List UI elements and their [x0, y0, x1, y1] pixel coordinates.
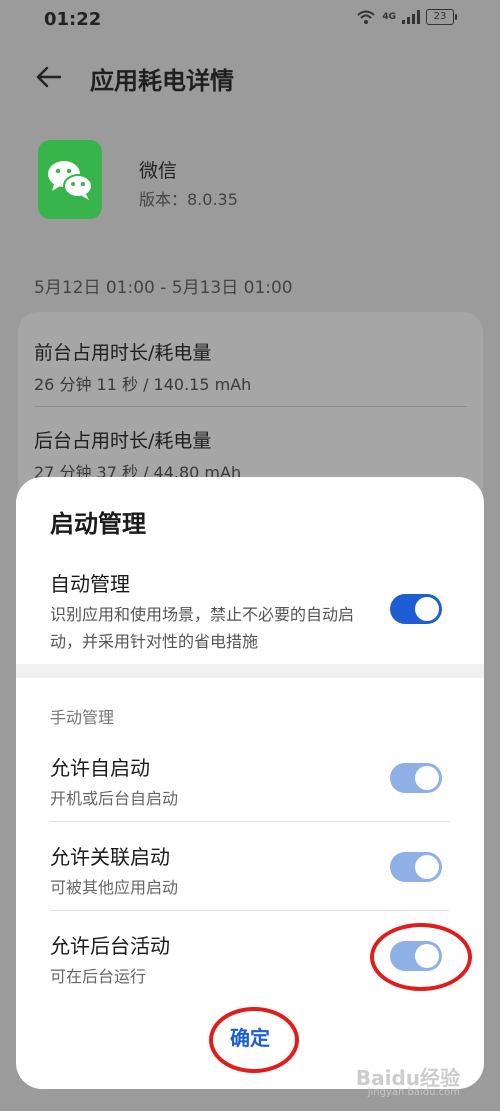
allow-background-activity-subtitle: 可在后台运行	[50, 967, 147, 986]
stat-title: 后台占用时长/耗电量	[34, 430, 212, 452]
divider	[50, 821, 450, 822]
system-icons: 4G 23	[356, 9, 457, 25]
app-name: 微信	[139, 160, 178, 182]
background-usage: 后台占用时长/耗电量 27 分钟 37 秒 / 44.80 mAh	[34, 426, 241, 483]
allow-background-activity-title: 允许后台活动	[50, 934, 170, 958]
toggle-knob	[415, 766, 439, 790]
allow-auto-launch-title: 允许自启动	[50, 756, 150, 780]
annotation-circle	[209, 1007, 299, 1073]
allow-auto-launch-subtitle: 开机或后台自启动	[50, 789, 179, 808]
app-info: 微信 版本：8.0.35	[0, 140, 500, 220]
foreground-usage: 前台占用时长/耗电量 26 分钟 11 秒 / 140.15 mAh	[34, 338, 251, 395]
stat-value: 26 分钟 11 秒 / 140.15 mAh	[34, 375, 252, 394]
toggle-knob	[415, 597, 439, 621]
signal-icon	[402, 10, 420, 24]
sheet-title: 启动管理	[50, 510, 146, 538]
allow-associated-launch-subtitle: 可被其他应用启动	[50, 878, 179, 897]
annotation-circle	[370, 923, 472, 991]
app-power-details-screen: 01:22 4G 23 应用耗电详情 微信 版本：8.0.35 5月12日 01…	[0, 0, 500, 1111]
battery-icon: 23	[426, 9, 457, 25]
stat-title: 前台占用时长/耗电量	[34, 342, 212, 364]
back-arrow-icon[interactable]	[34, 62, 64, 92]
divider	[34, 406, 467, 407]
auto-manage-description: 识别应用和使用场景，禁止不必要的自动启动，并采用针对性的省电措施	[50, 605, 355, 651]
allow-auto-launch-toggle[interactable]	[390, 763, 442, 793]
status-bar: 01:22 4G 23	[0, 0, 500, 40]
allow-associated-launch-toggle[interactable]	[390, 852, 442, 882]
header: 应用耗电详情	[0, 52, 500, 102]
divider	[50, 910, 450, 911]
toggle-knob	[415, 855, 439, 879]
wechat-app-icon	[38, 140, 102, 219]
auto-manage-toggle[interactable]	[390, 594, 442, 624]
status-time: 01:22	[44, 9, 102, 30]
allow-associated-launch-title: 允许关联启动	[50, 845, 170, 869]
section-separator	[16, 664, 484, 678]
auto-manage-title: 自动管理	[50, 572, 130, 596]
launch-management-sheet: 启动管理 自动管理 识别应用和使用场景，禁止不必要的自动启动，并采用针对性的省电…	[16, 477, 484, 1089]
baidu-watermark-url: jingyan.baidu.com	[367, 1087, 460, 1098]
wifi-icon	[357, 10, 376, 24]
network-type-label: 4G	[382, 12, 396, 22]
date-range: 5月12日 01:00 - 5月13日 01:00	[34, 278, 293, 298]
page-title: 应用耗电详情	[90, 67, 234, 95]
manual-manage-label: 手动管理	[50, 708, 115, 727]
app-version: 版本：8.0.35	[139, 190, 238, 209]
